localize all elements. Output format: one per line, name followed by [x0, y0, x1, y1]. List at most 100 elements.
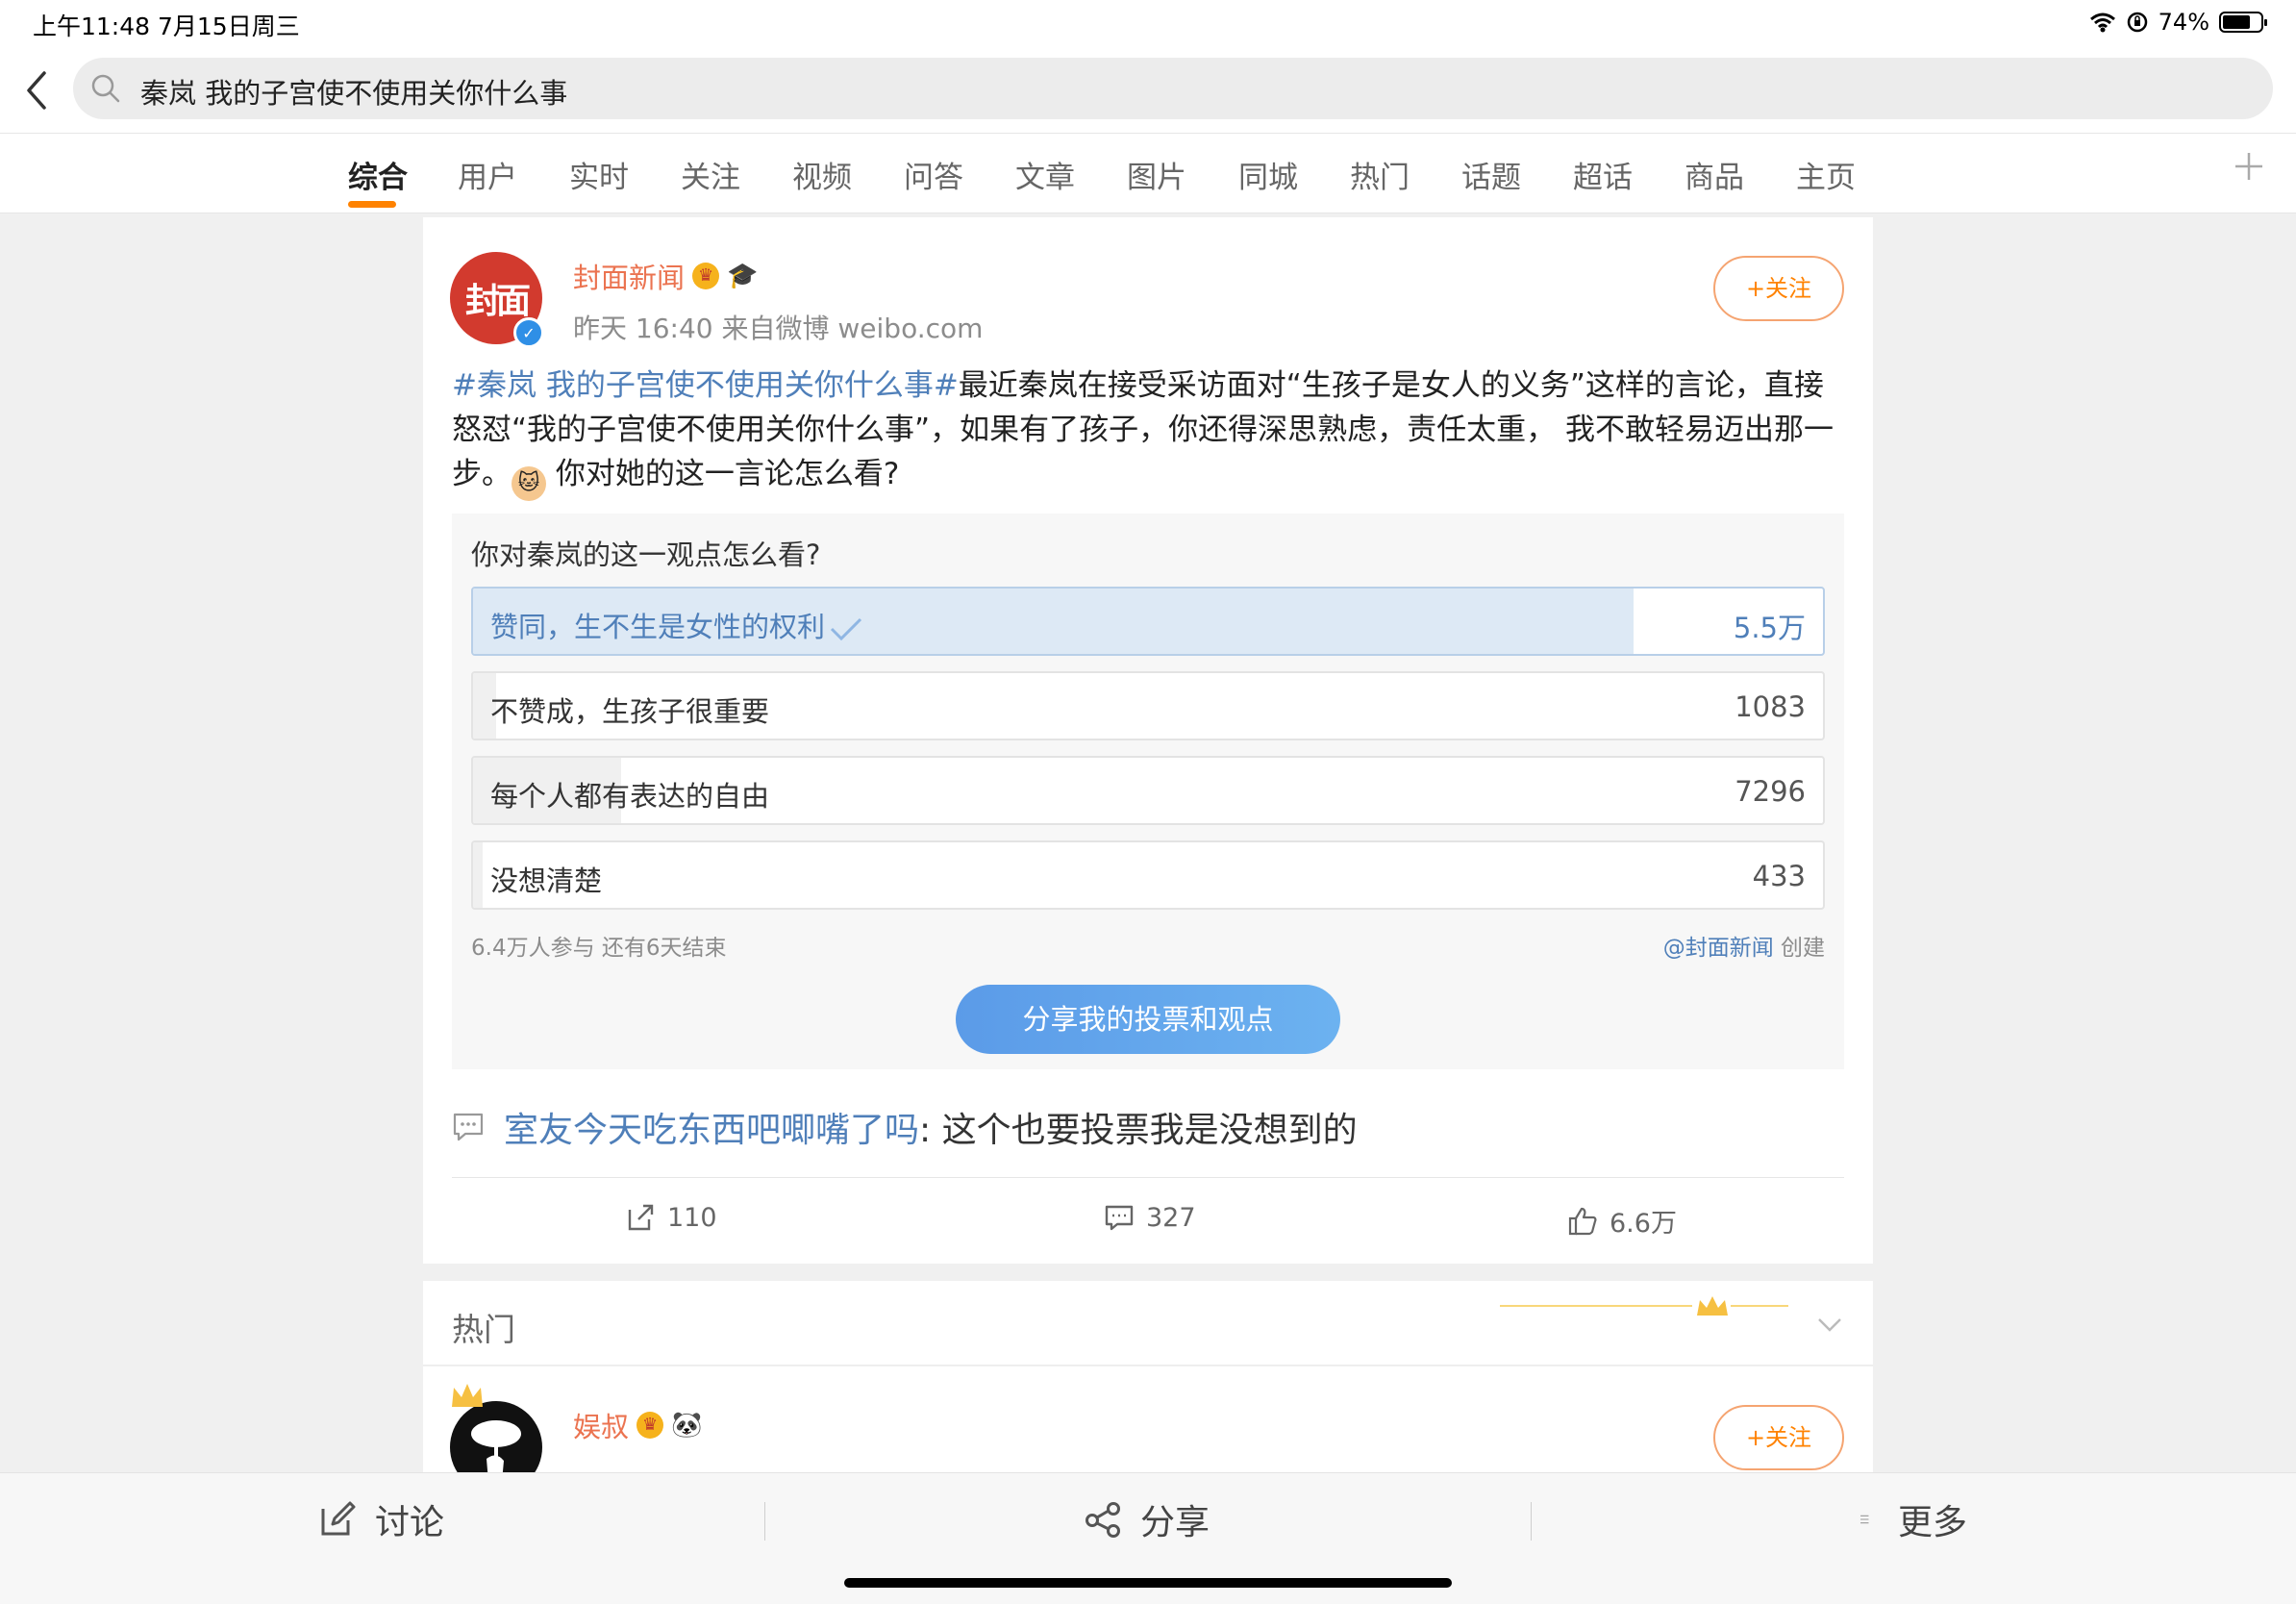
more-button[interactable]: 更多 [1859, 1494, 1967, 1544]
tab-11[interactable]: 超话 [1573, 153, 1633, 196]
share-label: 分享 [1140, 1503, 1210, 1542]
tab-2[interactable]: 实时 [569, 153, 629, 196]
cat-emoji-icon: 🐱 [512, 466, 546, 501]
member-crown-icon: ♛ [636, 1412, 664, 1439]
avatar-text: 封面 [464, 281, 531, 321]
poll-option-label: 赞同，生不生是女性的权利 [490, 605, 863, 645]
post-body-tail: 你对她的这一言论怎么看? [546, 457, 900, 491]
follow-button[interactable]: +关注 [1713, 1405, 1844, 1470]
search-query: 秦岚 我的子宫使不使用关你什么事 [140, 77, 568, 110]
search-header: 秦岚 我的子宫使不使用关你什么事 [0, 46, 2296, 133]
poll-creator[interactable]: @封面新闻 [1663, 936, 1774, 961]
tab-5[interactable]: 问答 [904, 153, 963, 196]
poll-participants: 6.4万人参与 还有6天结束 [471, 936, 727, 961]
author-line: 娱叔 ♛ 🐼 [573, 1405, 703, 1445]
tab-0[interactable]: 综合 [348, 153, 408, 196]
separator [764, 1502, 765, 1541]
divider [452, 1177, 1844, 1178]
search-icon [91, 74, 120, 103]
wifi-icon [2089, 13, 2115, 33]
poll-creator-line: @封面新闻 创建 [1663, 929, 1825, 962]
poll-option-label: 每个人都有表达的自由 [490, 774, 769, 815]
repost-button[interactable]: 110 [625, 1202, 717, 1233]
tab-1[interactable]: 用户 [458, 153, 517, 196]
status-bar: 上午11:48 7月15日周三 74% [0, 0, 2296, 46]
member-crown-icon: ♛ [692, 263, 720, 289]
edit-icon [321, 1501, 356, 1536]
post-meta: 昨天 16:40 来自微博 weibo.com [573, 313, 984, 344]
poll-question: 你对秦岚的这一观点怎么看? [471, 539, 821, 571]
poll: 你对秦岚的这一观点怎么看? 赞同，生不生是女性的权利 5.5万 不赞成，生孩子很重要… [452, 514, 1844, 1069]
featured-comment[interactable]: 室友今天吃东西吧唧嘴了吗: 这个也要投票我是没想到的 [452, 1102, 1358, 1152]
check-icon [830, 617, 862, 641]
graduation-cap-icon: 🎓 [727, 262, 759, 290]
poll-option-count: 1083 [1734, 690, 1806, 723]
repost-count: 110 [667, 1202, 717, 1233]
orientation-lock-icon [2127, 12, 2147, 33]
separator [1531, 1502, 1532, 1541]
chevron-down-icon[interactable] [1815, 1310, 1844, 1339]
panda-icon: 🐼 [671, 1411, 703, 1440]
poll-option-count: 7296 [1734, 775, 1806, 808]
tab-8[interactable]: 同城 [1238, 153, 1298, 196]
poll-option[interactable]: 不赞成，生孩子很重要 1083 [471, 671, 1825, 740]
tab-4[interactable]: 视频 [792, 153, 852, 196]
crown-icon [452, 1384, 483, 1407]
author-line: 封面新闻 ♛ 🎓 [573, 256, 759, 296]
menu-icon [1860, 1515, 1869, 1524]
poll-option-text: 每个人都有表达的自由 [490, 780, 770, 813]
tab-3[interactable]: 关注 [681, 153, 740, 196]
poll-option-label: 不赞成，生孩子很重要 [490, 689, 769, 730]
tab-13[interactable]: 主页 [1796, 153, 1856, 196]
search-tabs: 综合 用户 实时 关注 视频 问答 文章 图片 同城 热门 话题 超话 商品 主页 [0, 133, 2296, 213]
comments-button[interactable]: 327 [1104, 1202, 1196, 1233]
active-tab-indicator [348, 201, 396, 208]
poll-option-label: 没想清楚 [490, 859, 602, 899]
bottom-toolbar: 讨论 分享 更多 [0, 1472, 2296, 1604]
crown-decoration-icon [1500, 1296, 1788, 1316]
back-arrow-icon[interactable] [19, 67, 58, 113]
tab-6[interactable]: 文章 [1015, 153, 1075, 196]
poll-created-label: 创建 [1773, 936, 1825, 961]
poll-option-count: 433 [1752, 860, 1806, 892]
poll-option[interactable]: 赞同，生不生是女性的权利 5.5万 [471, 587, 1825, 656]
discuss-button[interactable]: 讨论 [319, 1494, 444, 1544]
follow-button[interactable]: +关注 [1713, 256, 1844, 321]
repost-icon [628, 1204, 654, 1231]
share-button[interactable]: 分享 [1085, 1494, 1210, 1544]
tab-7[interactable]: 图片 [1127, 153, 1186, 196]
share-icon [1086, 1502, 1120, 1538]
verified-badge-icon: ✓ [513, 317, 544, 348]
poll-option[interactable]: 没想清楚 433 [471, 840, 1825, 910]
comment-bubble-icon [453, 1113, 484, 1141]
poll-option[interactable]: 每个人都有表达的自由 7296 [471, 756, 1825, 825]
comment-text: : 这个也要投票我是没想到的 [919, 1111, 1358, 1150]
tab-12[interactable]: 商品 [1685, 153, 1744, 196]
umbrella-figure-icon [471, 1420, 521, 1472]
comment-icon [1105, 1205, 1134, 1231]
battery-percent: 74% [2158, 9, 2209, 36]
status-indicators: 74% [2089, 8, 2267, 37]
comment-user[interactable]: 室友今天吃东西吧唧嘴了吗 [504, 1111, 919, 1150]
plus-icon[interactable] [2232, 149, 2266, 184]
poll-option-text: 赞同，生不生是女性的权利 [490, 611, 826, 643]
search-input[interactable]: 秦岚 我的子宫使不使用关你什么事 [73, 58, 2273, 119]
share-vote-button[interactable]: 分享我的投票和观点 [956, 985, 1340, 1054]
post-text: #秦岚 我的子宫使不使用关你什么事#最近秦岚在接受采访面对“生孩子是女人的义务”… [452, 363, 1846, 501]
author-name[interactable]: 封面新闻 [573, 256, 685, 296]
home-indicator[interactable] [844, 1578, 1452, 1588]
post-card-2[interactable]: 娱叔 ♛ 🐼 +关注 [423, 1366, 1873, 1472]
tab-9[interactable]: 热门 [1350, 153, 1410, 196]
tab-10[interactable]: 话题 [1461, 153, 1521, 196]
battery-icon [2219, 12, 2267, 33]
thumbs-up-icon [1568, 1207, 1597, 1235]
hot-title: 热门 [452, 1311, 515, 1348]
poll-option-bar [473, 842, 483, 908]
like-button[interactable]: 6.6万 [1567, 1202, 1677, 1240]
avatar[interactable] [450, 1401, 542, 1472]
topic-link[interactable]: #秦岚 我的子宫使不使用关你什么事# [452, 368, 959, 403]
post-card[interactable]: 封面 ✓ 封面新闻 ♛ 🎓 昨天 16:40 来自微博 weibo.com +关… [423, 217, 1873, 1264]
hot-section-header: 热门 [423, 1281, 1873, 1366]
author-name[interactable]: 娱叔 [573, 1405, 629, 1445]
poll-option-text: 不赞成，生孩子很重要 [490, 695, 770, 728]
